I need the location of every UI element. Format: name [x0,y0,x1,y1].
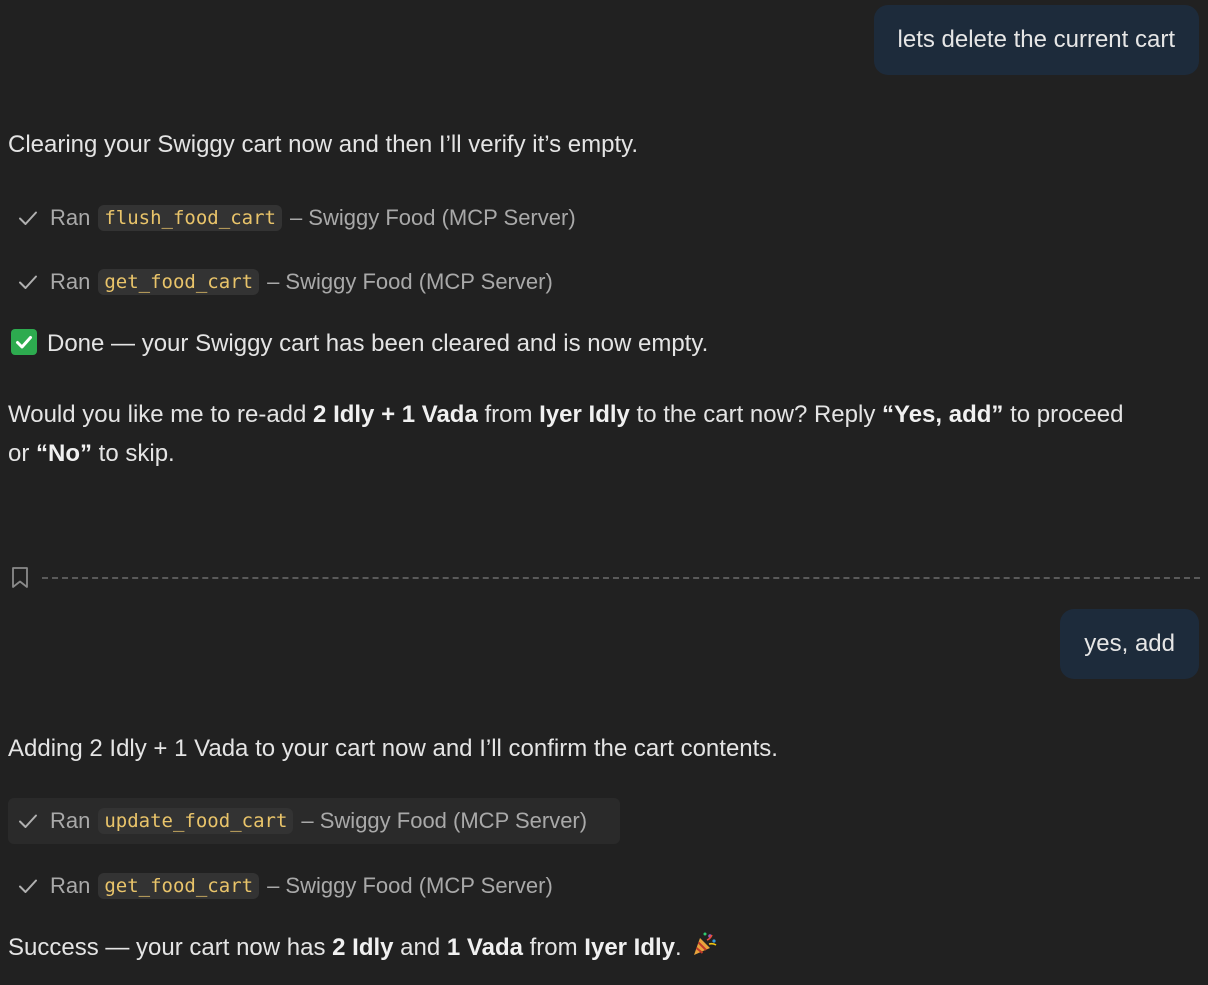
done-message: Done — your Swiggy cart has been cleared… [11,324,1138,363]
user-message-bubble: yes, add [1060,609,1199,679]
question-restaurant: Iyer Idly [539,401,630,428]
question-text: to the cart now? Reply [629,401,883,428]
done-text: Done — your Swiggy cart has been cleared… [47,330,709,357]
tool-call-name: update_food_cart [98,808,294,834]
tool-call-name: get_food_cart [98,873,260,899]
user-message-text: lets delete the current cart [897,26,1175,53]
assistant-message-intro: Clearing your Swiggy cart now and then I… [8,131,639,158]
question-yes-option: “Yes, add” [882,401,1004,428]
tool-call-ran-label: Ran [50,205,91,230]
tool-call-row[interactable]: Ran update_food_cart – Swiggy Food (MCP … [8,798,620,844]
success-vada: 1 Vada [446,934,523,961]
success-idly: 2 Idly [332,934,394,961]
check-icon [19,814,37,828]
success-text: and [393,934,447,961]
question-no-option: “No” [36,440,93,467]
assistant-message-intro: Adding 2 Idly + 1 Vada to your cart now … [8,735,778,762]
tool-call-source: – Swiggy Food (MCP Server) [267,269,553,294]
party-popper-emoji-icon [693,932,717,955]
question-text: to skip. [92,440,175,467]
question-items: 2 Idly + 1 Vada [313,401,478,428]
follow-up-question: Would you like me to re-add 2 Idly + 1 V… [8,395,1138,473]
success-message: Success — your cart now has 2 Idly and 1… [8,928,1138,967]
success-text: . [675,934,682,961]
tool-call-row[interactable]: Ran flush_food_cart – Swiggy Food (MCP S… [8,195,588,241]
tool-call-ran-label: Ran [50,873,91,898]
question-text: Would you like me to re-add [8,401,314,428]
check-icon [19,275,37,289]
question-text: from [477,401,540,428]
success-restaurant: Iyer Idly [584,934,676,961]
success-text: from [522,934,585,961]
check-icon [19,211,37,225]
check-icon [19,879,37,893]
tool-call-source: – Swiggy Food (MCP Server) [301,808,588,833]
tool-call-name: get_food_cart [98,269,260,295]
bookmark-icon[interactable] [10,566,30,590]
white-check-mark-emoji-icon [11,329,37,355]
user-message-text: yes, add [1084,630,1175,657]
tool-call-source: – Swiggy Food (MCP Server) [289,205,576,230]
divider-line [42,577,1200,579]
success-text: Success — your cart now has [8,934,333,961]
tool-call-row[interactable]: Ran get_food_cart – Swiggy Food (MCP Ser… [8,259,565,305]
tool-call-name: flush_food_cart [98,205,282,231]
tool-call-source: – Swiggy Food (MCP Server) [267,873,553,898]
tool-call-ran-label: Ran [50,808,91,833]
checkpoint-divider [10,565,1200,591]
tool-call-ran-label: Ran [50,269,91,294]
tool-call-row[interactable]: Ran get_food_cart – Swiggy Food (MCP Ser… [8,863,565,909]
user-message-bubble: lets delete the current cart [873,5,1199,75]
